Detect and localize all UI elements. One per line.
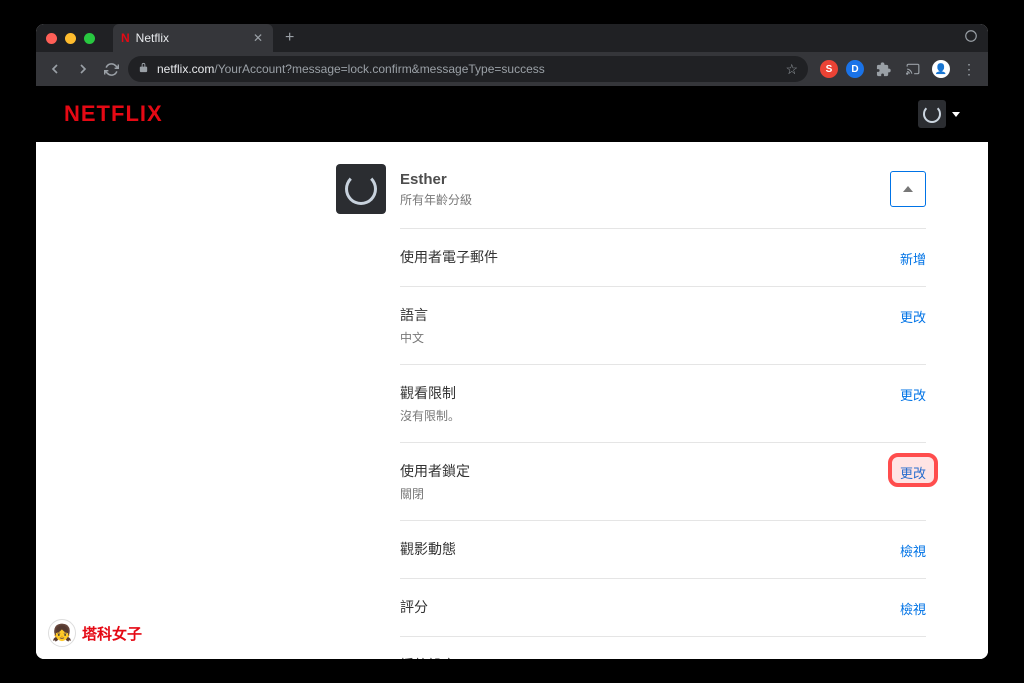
row-sub: 關閉 bbox=[400, 485, 470, 502]
playback-change-link[interactable]: 更改 bbox=[900, 657, 926, 659]
row-language: 語言 中文 更改 bbox=[400, 286, 926, 364]
row-label: 觀看限制 bbox=[400, 383, 460, 403]
row-playback: 播放設定 自動播放下一集。自動播放預告。預設畫質與音質。 更改 bbox=[400, 636, 926, 659]
window-expand-icon[interactable] bbox=[964, 29, 978, 48]
row-sub: 沒有限制。 bbox=[400, 407, 460, 424]
email-add-link[interactable]: 新增 bbox=[900, 249, 926, 268]
netflix-favicon: N bbox=[121, 31, 130, 45]
tab-title: Netflix bbox=[136, 31, 169, 45]
row-label: 播放設定 bbox=[400, 655, 676, 659]
user-avatar-icon[interactable]: 👤 bbox=[932, 60, 950, 78]
settings-rows: 使用者電子郵件 新增 語言 中文 更改 觀看限制 沒有限制。 更改 bbox=[400, 228, 926, 659]
profile-name: Esther bbox=[400, 171, 472, 188]
row-email: 使用者電子郵件 新增 bbox=[400, 228, 926, 286]
row-ratings: 評分 檢視 bbox=[400, 578, 926, 636]
row-label: 使用者鎖定 bbox=[400, 461, 470, 481]
row-profile-lock: 使用者鎖定 關閉 更改 bbox=[400, 442, 926, 520]
extensions-puzzle-icon[interactable] bbox=[872, 58, 894, 80]
row-label: 使用者電子郵件 bbox=[400, 247, 498, 267]
profile-avatar-icon bbox=[918, 100, 946, 128]
extension-s-icon[interactable]: S bbox=[820, 60, 838, 78]
window-titlebar: N Netflix ✕ + bbox=[36, 24, 988, 52]
ratings-view-link[interactable]: 檢視 bbox=[900, 599, 926, 618]
caret-down-icon bbox=[952, 112, 960, 117]
minimize-window-button[interactable] bbox=[65, 33, 76, 44]
activity-view-link[interactable]: 檢視 bbox=[900, 541, 926, 560]
language-change-link[interactable]: 更改 bbox=[900, 307, 926, 326]
row-label: 觀影動態 bbox=[400, 539, 456, 559]
traffic-lights bbox=[46, 33, 95, 44]
netflix-logo[interactable]: NETFLIX bbox=[64, 101, 163, 127]
address-bar[interactable]: netflix.com/YourAccount?message=lock.con… bbox=[128, 56, 808, 82]
profile-avatar bbox=[336, 164, 386, 214]
collapse-button[interactable] bbox=[890, 171, 926, 207]
profile-lock-change-link[interactable]: 更改 bbox=[900, 463, 926, 482]
cast-icon[interactable] bbox=[902, 58, 924, 80]
reload-button[interactable] bbox=[100, 58, 122, 80]
maximize-window-button[interactable] bbox=[84, 33, 95, 44]
header-profile-menu[interactable] bbox=[918, 100, 960, 128]
forward-button[interactable] bbox=[72, 58, 94, 80]
extension-d-icon[interactable]: D bbox=[846, 60, 864, 78]
chevron-up-icon bbox=[903, 186, 913, 192]
close-tab-button[interactable]: ✕ bbox=[253, 31, 263, 45]
row-viewing-restrictions: 觀看限制 沒有限制。 更改 bbox=[400, 364, 926, 442]
back-button[interactable] bbox=[44, 58, 66, 80]
profile-settings-block: Esther 所有年齡分級 使用者電子郵件 新增 語言 中文 更改 bbox=[336, 164, 926, 659]
toolbar-right-icons: S D 👤 ⋮ bbox=[820, 58, 980, 80]
viewing-restrictions-change-link[interactable]: 更改 bbox=[900, 385, 926, 404]
browser-toolbar: netflix.com/YourAccount?message=lock.con… bbox=[36, 52, 988, 86]
bookmark-star-icon[interactable]: ☆ bbox=[785, 61, 798, 78]
profile-maturity: 所有年齡分級 bbox=[400, 191, 472, 208]
netflix-header: NETFLIX bbox=[36, 86, 988, 142]
row-label: 語言 bbox=[400, 305, 428, 325]
row-activity: 觀影動態 檢視 bbox=[400, 520, 926, 578]
browser-tab[interactable]: N Netflix ✕ bbox=[113, 24, 273, 52]
menu-button[interactable]: ⋮ bbox=[958, 58, 980, 80]
url-text: netflix.com/YourAccount?message=lock.con… bbox=[157, 62, 545, 76]
watermark: 👧 塔科女子 bbox=[48, 619, 142, 647]
close-window-button[interactable] bbox=[46, 33, 57, 44]
row-label: 評分 bbox=[400, 597, 428, 617]
watermark-text: 塔科女子 bbox=[82, 623, 142, 644]
row-sub: 中文 bbox=[400, 329, 428, 346]
content-area: Esther 所有年齡分級 使用者電子郵件 新增 語言 中文 更改 bbox=[36, 142, 988, 659]
lock-icon bbox=[138, 62, 149, 76]
browser-window: N Netflix ✕ + netflix.com/YourAccount?me… bbox=[36, 24, 988, 659]
new-tab-button[interactable]: + bbox=[285, 29, 294, 47]
watermark-avatar-icon: 👧 bbox=[48, 619, 76, 647]
profile-header: Esther 所有年齡分級 bbox=[336, 164, 926, 214]
